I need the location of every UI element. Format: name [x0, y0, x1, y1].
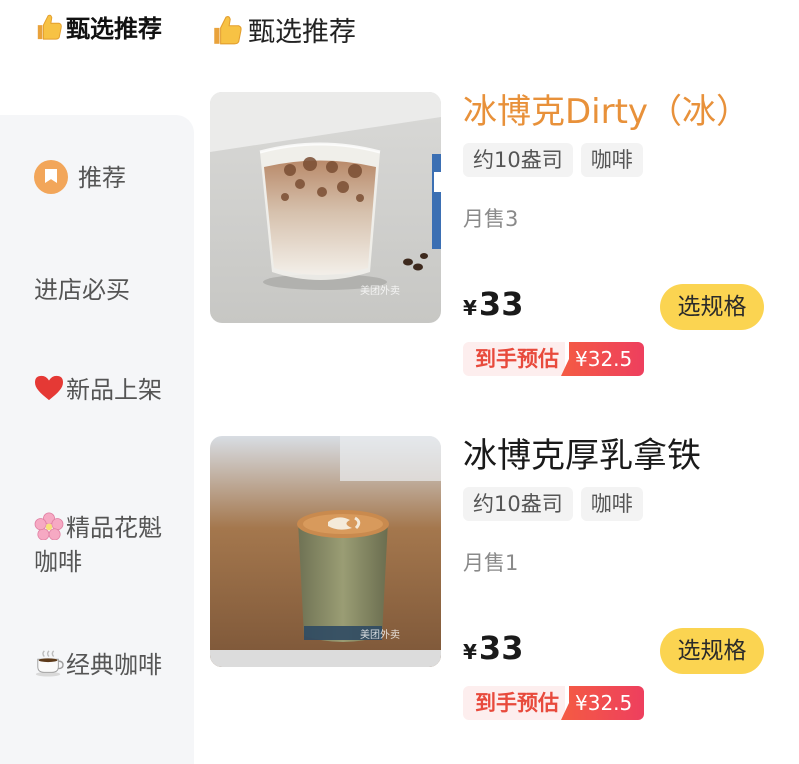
svg-text:美团外卖: 美团外卖	[360, 628, 400, 641]
product-tags: 约10盎司 咖啡	[463, 143, 651, 177]
sidebar-item-classic-coffee[interactable]: 经典咖啡	[34, 648, 164, 682]
select-spec-button[interactable]: 选规格	[660, 284, 764, 330]
svg-text:美团外卖: 美团外卖	[360, 284, 400, 297]
price-amount: 33	[478, 285, 524, 323]
product-name[interactable]: 冰博克Dirty（冰）	[463, 92, 750, 132]
product-price: ¥33	[463, 284, 523, 330]
section-title-text: 甄选推荐	[248, 17, 356, 48]
recommend-badge-icon	[34, 160, 68, 194]
sidebar-item-recommend[interactable]: 推荐	[34, 160, 164, 195]
sidebar-item-label: 推荐	[78, 164, 126, 192]
sidebar-item-label: 经典咖啡	[66, 651, 162, 679]
sidebar-item-selected-recommend[interactable]: 甄选推荐	[0, 0, 194, 115]
thick-milk-latte-photo: 美团外卖	[210, 436, 441, 667]
estimated-price-label: 到手预估	[463, 686, 565, 720]
section-title: 甄选推荐	[210, 14, 356, 51]
estimated-price-badge: 到手预估 ¥32.5	[463, 342, 645, 376]
estimated-price-label: 到手预估	[463, 342, 565, 376]
estimated-price-badge: 到手预估 ¥32.5	[463, 686, 645, 720]
product-list-panel: 甄选推荐 美团外卖 冰博克Dirty（冰） 约10盎司 咖啡 月售3 ¥33 选…	[194, 0, 799, 764]
monthly-sales: 月售3	[463, 207, 519, 231]
sidebar-item-new-arrivals[interactable]: 新品上架	[34, 373, 164, 407]
currency-symbol: ¥	[463, 640, 477, 664]
hot-beverage-icon	[35, 650, 64, 677]
iced-dirty-coffee-photo: 美团外卖	[210, 92, 441, 323]
product-tag: 咖啡	[580, 143, 643, 177]
sidebar-item-must-buy[interactable]: 进店必买	[34, 273, 164, 307]
product-tags: 约10盎司 咖啡	[463, 487, 651, 521]
product-card[interactable]: 美团外卖 冰博克Dirty（冰） 约10盎司 咖啡 月售3 ¥33 选规格 到手预…	[210, 92, 780, 382]
product-tag: 约10盎司	[463, 143, 573, 177]
sidebar-item-label: 新品上架	[66, 376, 162, 404]
product-tag: 约10盎司	[463, 487, 573, 521]
estimated-price-value: ¥32.5	[561, 686, 645, 720]
product-tag: 咖啡	[580, 487, 643, 521]
product-image[interactable]: 美团外卖	[210, 436, 441, 667]
product-name[interactable]: 冰博克厚乳拿铁	[463, 436, 701, 476]
red-heart-icon	[35, 375, 63, 401]
thumbs-up-icon	[214, 16, 242, 45]
monthly-sales: 月售1	[463, 551, 519, 575]
price-amount: 33	[478, 629, 524, 667]
cherry-blossom-icon	[34, 512, 64, 540]
currency-symbol: ¥	[463, 296, 477, 320]
product-price: ¥33	[463, 628, 523, 674]
sidebar-list: 推荐 进店必买 新品上架 精品花魁咖啡 经典咖啡	[0, 115, 194, 764]
thumbs-up-icon	[37, 14, 62, 40]
sidebar-item-premium-huakui-coffee[interactable]: 精品花魁咖啡	[34, 511, 164, 579]
estimated-price-value: ¥32.5	[561, 342, 645, 376]
select-spec-button[interactable]: 选规格	[660, 628, 764, 674]
sidebar-active-label: 甄选推荐	[66, 15, 162, 43]
product-card[interactable]: 美团外卖 冰博克厚乳拿铁 约10盎司 咖啡 月售1 ¥33 选规格 到手预估 ¥3…	[210, 436, 780, 726]
sidebar-active-label-wrap: 甄选推荐	[34, 12, 164, 47]
product-image[interactable]: 美团外卖	[210, 92, 441, 323]
category-sidebar: 甄选推荐 推荐 进店必买 新品上架 精品花魁咖啡 经典咖啡	[0, 0, 194, 764]
sidebar-item-label: 进店必买	[34, 276, 130, 304]
